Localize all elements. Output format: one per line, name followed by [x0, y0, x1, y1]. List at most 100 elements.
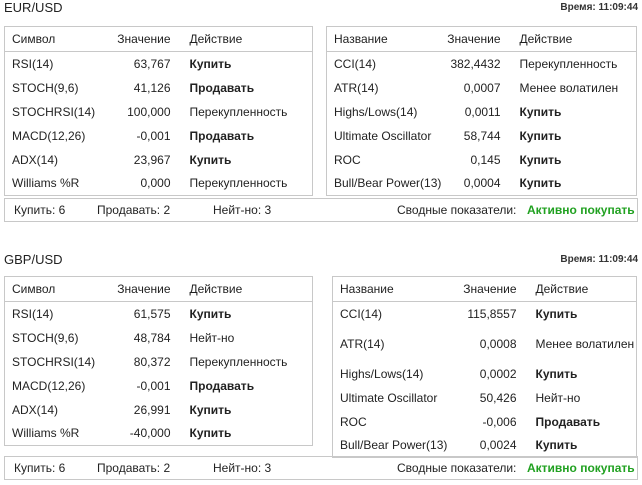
table-header-row: Название Значение Действие — [326, 26, 637, 52]
indicator-name: ATR(14) — [334, 80, 379, 95]
table-header-row: Символ Значение Действие — [4, 26, 313, 52]
table-row: CCI(14) 382,4432 Перекупленность — [327, 52, 637, 76]
table-row: STOCHRSI(14) 80,372 Перекупленность — [5, 350, 313, 374]
table-row: MACD(12,26) -0,001 Продавать — [5, 374, 313, 398]
indicator-value: 58,744 — [463, 128, 501, 143]
sell-count: Продавать: 2 — [97, 203, 171, 217]
indicator-value: 0,0002 — [479, 366, 517, 381]
indicator-action: Купить — [535, 306, 578, 321]
indicator-value: 115,8557 — [467, 306, 517, 321]
sell-count: Продавать: 2 — [97, 461, 171, 475]
indicators-table: Название Значение Действие CCI(14) 115,85… — [332, 276, 637, 458]
indicator-action: Купить — [519, 176, 562, 191]
summary-bar: Купить: 6 Продавать: 2 Нейт-но: 3 Сводны… — [4, 456, 638, 480]
indicator-name: MACD(12,26) — [12, 128, 86, 143]
indicator-name: STOCHRSI(14) — [12, 354, 96, 369]
indicator-value: 0,000 — [140, 176, 171, 191]
indicator-name: ADX(14) — [12, 402, 59, 417]
indicator-action: Нейт-но — [535, 390, 581, 405]
indicator-name: RSI(14) — [12, 306, 54, 321]
indicator-value: 0,0007 — [463, 80, 501, 95]
column-header-action: Действие — [182, 276, 313, 302]
summary-value: Активно покупать — [527, 203, 635, 217]
indicator-name: Ultimate Oscillator — [340, 390, 438, 405]
summary-bar: Купить: 6 Продавать: 2 Нейт-но: 3 Сводны… — [4, 198, 638, 222]
indicator-value: 0,0004 — [463, 176, 501, 191]
indicator-action: Перекупленность — [189, 176, 288, 191]
indicator-action: Купить — [189, 56, 232, 71]
indicator-value: -0,006 — [482, 414, 517, 429]
column-header-value: Значение — [442, 26, 513, 52]
indicator-action: Купить — [519, 104, 562, 119]
indicator-value: -40,000 — [129, 426, 171, 441]
table-row: Bull/Bear Power(13) 0,0024 Купить — [333, 434, 637, 458]
indicator-action: Купить — [535, 438, 578, 453]
table-row: ADX(14) 26,991 Купить — [5, 398, 313, 422]
summary-label: Сводные показатели: — [397, 461, 517, 475]
indicator-action: Купить — [189, 152, 232, 167]
table-row: Highs/Lows(14) 0,0002 Купить — [333, 362, 637, 386]
indicator-name: Bull/Bear Power(13) — [334, 176, 442, 191]
oscillators-table: Символ Значение Действие RSI(14) 61,575 Ку… — [4, 276, 313, 446]
indicator-value: 63,767 — [133, 56, 171, 71]
indicator-name: MACD(12,26) — [12, 378, 86, 393]
summary-value: Активно покупать — [527, 461, 635, 475]
table-row: ADX(14) 23,967 Купить — [5, 148, 313, 172]
buy-count: Купить: 6 — [14, 203, 66, 217]
indicator-name: STOCH(9,6) — [12, 330, 79, 345]
indicator-name: STOCHRSI(14) — [12, 104, 96, 119]
indicator-value: 50,426 — [479, 390, 517, 405]
indicator-value: 23,967 — [133, 152, 171, 167]
indicator-name: Williams %R — [12, 426, 80, 441]
table-row: Ultimate Oscillator 58,744 Купить — [327, 124, 637, 148]
table-row: ROC -0,006 Продавать — [333, 410, 637, 434]
indicator-value: 80,372 — [133, 354, 171, 369]
indicator-value: 0,0011 — [464, 104, 501, 119]
column-header-value: Значение — [448, 276, 529, 302]
table-row: RSI(14) 61,575 Купить — [5, 302, 313, 326]
pair-title: EUR/USD — [4, 0, 63, 15]
indicator-name: ATR(14) — [340, 336, 385, 351]
indicator-name: ADX(14) — [12, 152, 59, 167]
indicator-value: 26,991 — [133, 402, 171, 417]
technical-summary-gbpusd: GBP/USD Время: 11:09:44 Символ Значение … — [0, 252, 642, 484]
indicator-action: Продавать — [189, 128, 255, 143]
table-row: STOCHRSI(14) 100,000 Перекупленность — [5, 100, 313, 124]
indicator-name: CCI(14) — [340, 306, 383, 321]
table-row: ATR(14) 0,0008 Менее волатилен — [333, 326, 637, 362]
indicator-value: 382,4432 — [450, 56, 501, 71]
table-row: Williams %R -40,000 Купить — [5, 422, 313, 446]
indicator-action: Перекупленность — [189, 354, 288, 369]
indicator-value: 0,145 — [470, 152, 501, 167]
indicator-action: Купить — [535, 366, 578, 381]
table-header-row: Символ Значение Действие — [4, 276, 313, 302]
table-row: STOCH(9,6) 48,784 Нейт-но — [5, 326, 313, 350]
indicator-action: Купить — [189, 306, 232, 321]
indicator-name: ROC — [334, 152, 361, 167]
column-header-action: Действие — [528, 276, 637, 302]
indicator-name: Highs/Lows(14) — [340, 366, 424, 381]
indicator-name: RSI(14) — [12, 56, 54, 71]
indicator-value: -0,001 — [136, 128, 171, 143]
indicator-action: Перекупленность — [519, 56, 618, 71]
table-header-row: Название Значение Действие — [332, 276, 637, 302]
table-row: MACD(12,26) -0,001 Продавать — [5, 124, 313, 148]
indicator-action: Нейт-но — [189, 330, 235, 345]
update-time: Время: 11:09:44 — [560, 254, 638, 265]
column-header-action: Действие — [512, 26, 637, 52]
summary-label: Сводные показатели: — [397, 203, 517, 217]
column-header-symbol: Символ — [4, 26, 101, 52]
column-header-value: Значение — [100, 26, 183, 52]
indicator-value: 0,0024 — [479, 438, 517, 453]
table-row: RSI(14) 63,767 Купить — [5, 52, 313, 76]
oscillators-table: Символ Значение Действие RSI(14) 63,767 Ку… — [4, 26, 313, 196]
indicator-action: Купить — [519, 152, 562, 167]
pair-title: GBP/USD — [4, 252, 63, 267]
indicator-action: Менее волатилен — [519, 80, 619, 95]
column-header-name: Название — [332, 276, 449, 302]
technical-summary-eurusd: EUR/USD Время: 11:09:44 Символ Значение … — [0, 0, 642, 230]
column-header-value: Значение — [100, 276, 183, 302]
column-header-name: Название — [326, 26, 443, 52]
indicator-action: Перекупленность — [189, 104, 288, 119]
neutral-count: Нейт-но: 3 — [213, 203, 272, 217]
